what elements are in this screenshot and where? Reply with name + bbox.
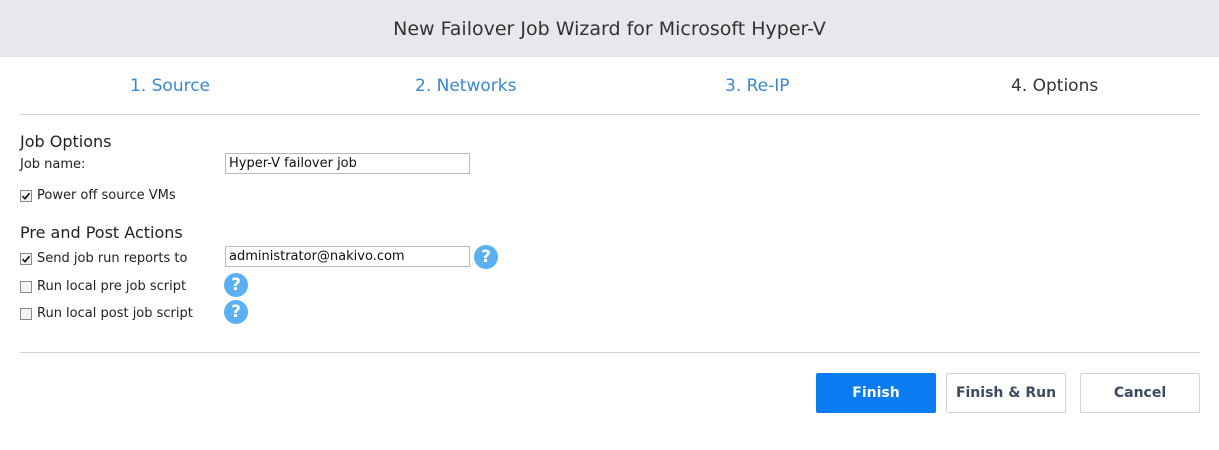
send-reports-checkbox[interactable] — [20, 253, 32, 265]
finish-run-button[interactable]: Finish & Run — [946, 373, 1066, 413]
step-networks[interactable]: 2. Networks — [415, 76, 516, 96]
job-name-input[interactable]: Hyper-V failover job — [225, 153, 470, 174]
checkmark-icon — [21, 192, 31, 200]
power-off-checkbox[interactable] — [20, 190, 32, 202]
checkmark-icon — [21, 255, 31, 263]
step-re-ip[interactable]: 3. Re-IP — [725, 76, 790, 96]
job-options-heading: Job Options — [20, 132, 112, 151]
finish-button[interactable]: Finish — [816, 373, 936, 413]
help-icon[interactable]: ? — [224, 300, 248, 324]
pre-post-actions-heading: Pre and Post Actions — [20, 223, 183, 242]
post-script-label: Run local post job script — [37, 306, 193, 321]
step-options: 4. Options — [1011, 76, 1099, 96]
divider — [20, 352, 1200, 353]
cancel-button[interactable]: Cancel — [1080, 373, 1200, 413]
wizard-steps: 1. Source 2. Networks 3. Re-IP 4. Option… — [20, 57, 1200, 115]
job-name-label: Job name: — [20, 157, 86, 172]
step-source[interactable]: 1. Source — [130, 76, 210, 96]
power-off-label: Power off source VMs — [37, 188, 176, 203]
wizard-title: New Failover Job Wizard for Microsoft Hy… — [0, 0, 1219, 57]
pre-script-checkbox[interactable] — [20, 281, 32, 293]
help-icon[interactable]: ? — [474, 245, 498, 269]
help-icon[interactable]: ? — [224, 273, 248, 297]
pre-script-label: Run local pre job script — [37, 279, 187, 294]
report-email-input[interactable]: administrator@nakivo.com — [225, 246, 470, 267]
post-script-checkbox[interactable] — [20, 308, 32, 320]
send-reports-label: Send job run reports to — [37, 251, 188, 266]
